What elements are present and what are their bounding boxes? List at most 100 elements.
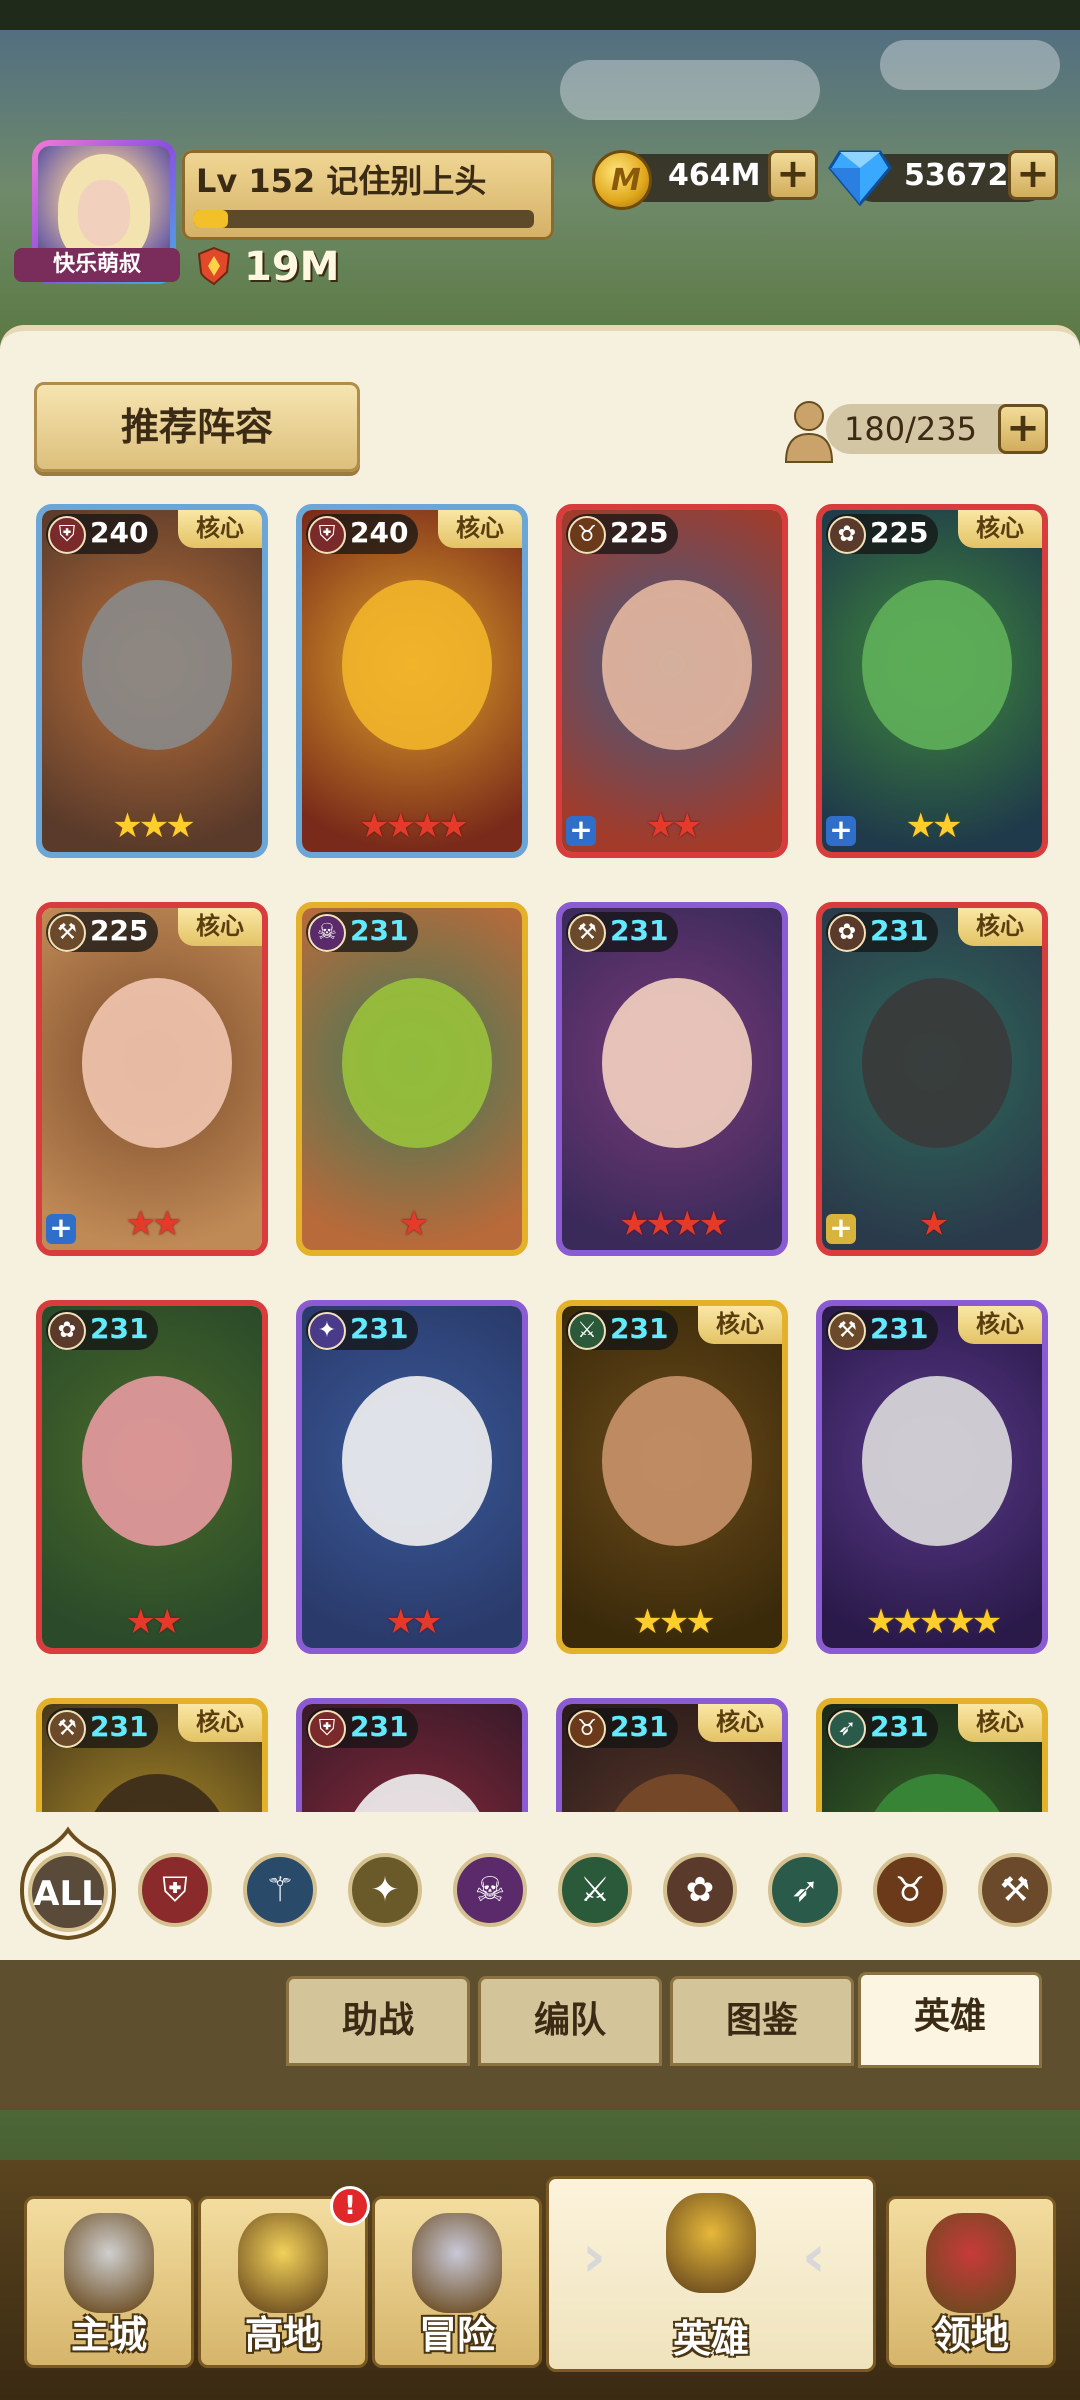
hero-card[interactable]: ☠ 231 ★ xyxy=(296,902,528,1256)
core-badge: 核心 xyxy=(698,1306,782,1344)
hero-figure xyxy=(342,978,492,1148)
bow-icon: ➶ xyxy=(828,1710,866,1748)
nav-icon xyxy=(926,2213,1016,2313)
hero-level: 231 xyxy=(350,1312,409,1345)
hero-figure xyxy=(82,1376,232,1546)
hero-portrait xyxy=(302,908,522,1250)
filter-shield-icon[interactable]: ⛨ xyxy=(138,1853,212,1927)
arrow-left-icon: ‹ xyxy=(802,2222,826,2290)
xp-bar xyxy=(194,210,534,228)
star-rating: ★★ xyxy=(125,1602,183,1642)
cloud xyxy=(560,60,820,120)
hero-card[interactable]: ⚔ 231 核心 ★★★ xyxy=(556,1300,788,1654)
hero-figure xyxy=(602,580,752,750)
nav-item-0[interactable]: 主城 xyxy=(24,2196,194,2368)
hammer-icon: ⚒ xyxy=(48,914,86,952)
nav-label: 英雄 xyxy=(672,2317,749,2361)
hero-portrait xyxy=(562,908,782,1250)
filter-horned-icon[interactable]: ♉ xyxy=(873,1853,947,1927)
hero-card[interactable]: ♉ 231 核心 xyxy=(556,1698,788,1812)
hero-level: 231 xyxy=(870,914,929,947)
diamond-icon xyxy=(828,150,892,206)
hero-figure xyxy=(862,1774,1012,1812)
paw-icon: ✿ xyxy=(828,914,866,952)
swords-icon: ⚔ xyxy=(568,1312,606,1350)
hammer-icon: ⚒ xyxy=(568,914,606,952)
nav-label: 领地 xyxy=(932,2313,1009,2357)
subtab-2[interactable]: 图鉴 xyxy=(670,1976,854,2066)
nav-icon xyxy=(666,2193,756,2293)
filter-skull-icon[interactable]: ☠ xyxy=(453,1853,527,1927)
subtab-3[interactable]: 英雄 xyxy=(858,1972,1042,2068)
filter-bow-icon[interactable]: ➶ xyxy=(768,1853,842,1927)
gem-amount: 53672 xyxy=(904,158,1009,193)
hero-portrait xyxy=(42,1306,262,1648)
horned-icon: ♉ xyxy=(568,516,606,554)
skull-icon: ☠ xyxy=(308,914,346,952)
hero-card[interactable]: ✦ 231 ★★ xyxy=(296,1300,528,1654)
hero-portrait xyxy=(562,1306,782,1648)
plus-icon: + xyxy=(826,1214,856,1244)
hero-level: 231 xyxy=(870,1312,929,1345)
xp-fill xyxy=(194,210,228,228)
star-rating: ★ xyxy=(398,1204,429,1244)
filter-staff-icon[interactable]: ⚚ xyxy=(243,1853,317,1927)
hero-card[interactable]: ⛨ 231 xyxy=(296,1698,528,1812)
hero-card[interactable]: ⚒ 225 核心 ★★ + xyxy=(36,902,268,1256)
hero-level: 231 xyxy=(610,914,669,947)
hero-card[interactable]: ⛨ 240 核心 ★★★ xyxy=(36,504,268,858)
filter-all-label: ALL xyxy=(33,1874,103,1914)
add-gems-button[interactable]: + xyxy=(1008,150,1058,200)
paw-icon: ✿ xyxy=(48,1312,86,1350)
core-badge: 核心 xyxy=(958,1704,1042,1742)
hero-figure xyxy=(342,580,492,750)
hero-portrait xyxy=(302,1306,522,1648)
hero-card[interactable]: ⚒ 231 ★★★★ xyxy=(556,902,788,1256)
nav-label: 冒险 xyxy=(418,2313,495,2357)
filter-paw-icon[interactable]: ✿ xyxy=(663,1853,737,1927)
hero-card[interactable]: ♉ 225 ★★ + xyxy=(556,504,788,858)
notification-badge: ! xyxy=(330,2186,370,2226)
subtab-1[interactable]: 编队 xyxy=(478,1976,662,2066)
hero-grid: ⛨ 240 核心 ★★★ ⛨ 240 核心 ★★★★ ♉ 225 ★★ + ✿ 225 核心 ★★ + ⚒ 225 核… xyxy=(36,504,1056,1812)
expand-capacity-button[interactable]: + xyxy=(998,404,1048,454)
nav-item-2[interactable]: 冒险 xyxy=(372,2196,542,2368)
star-rating: ★★★★ xyxy=(619,1204,729,1244)
recommended-lineup-button[interactable]: 推荐阵容 xyxy=(34,382,360,472)
plus-icon: + xyxy=(826,816,856,846)
player-name-tag: 快乐萌叔 xyxy=(14,248,180,282)
power-shield-icon xyxy=(197,246,231,286)
hero-figure xyxy=(82,580,232,750)
nav-icon xyxy=(64,2213,154,2313)
hero-card[interactable]: ⚒ 231 核心 ★★★★★ xyxy=(816,1300,1048,1654)
subtab-0[interactable]: 助战 xyxy=(286,1976,470,2066)
core-badge: 核心 xyxy=(178,908,262,946)
hero-card[interactable]: ✿ 225 核心 ★★ + xyxy=(816,504,1048,858)
hero-figure xyxy=(342,1376,492,1546)
nav-icon xyxy=(238,2213,328,2313)
hammer-icon: ⚒ xyxy=(48,1710,86,1748)
cloud xyxy=(880,40,1060,90)
filter-swords-icon[interactable]: ⚔ xyxy=(558,1853,632,1927)
hero-level: 225 xyxy=(610,516,669,549)
hero-figure xyxy=(82,1774,232,1812)
hero-card[interactable]: ⚒ 231 核心 xyxy=(36,1698,268,1812)
hero-card[interactable]: ✿ 231 核心 ★ + xyxy=(816,902,1048,1256)
add-gold-button[interactable]: + xyxy=(768,150,818,200)
hero-card[interactable]: ✿ 231 ★★ xyxy=(36,1300,268,1654)
gold-amount: 464M xyxy=(668,158,761,193)
hero-figure xyxy=(862,580,1012,750)
filter-wing-icon[interactable]: ✦ xyxy=(348,1853,422,1927)
nav-item-4[interactable]: 领地 xyxy=(886,2196,1056,2368)
core-badge: 核心 xyxy=(958,1306,1042,1344)
filter-hammer-icon[interactable]: ⚒ xyxy=(978,1853,1052,1927)
hero-level: 231 xyxy=(90,1312,149,1345)
hero-level: 231 xyxy=(350,1710,409,1743)
hero-figure xyxy=(862,978,1012,1148)
hero-level: 225 xyxy=(90,914,149,947)
hero-card[interactable]: ⛨ 240 核心 ★★★★ xyxy=(296,504,528,858)
core-badge: 核心 xyxy=(958,908,1042,946)
hero-portrait xyxy=(302,510,522,852)
hero-card[interactable]: ➶ 231 核心 xyxy=(816,1698,1048,1812)
horned-icon: ♉ xyxy=(568,1710,606,1748)
